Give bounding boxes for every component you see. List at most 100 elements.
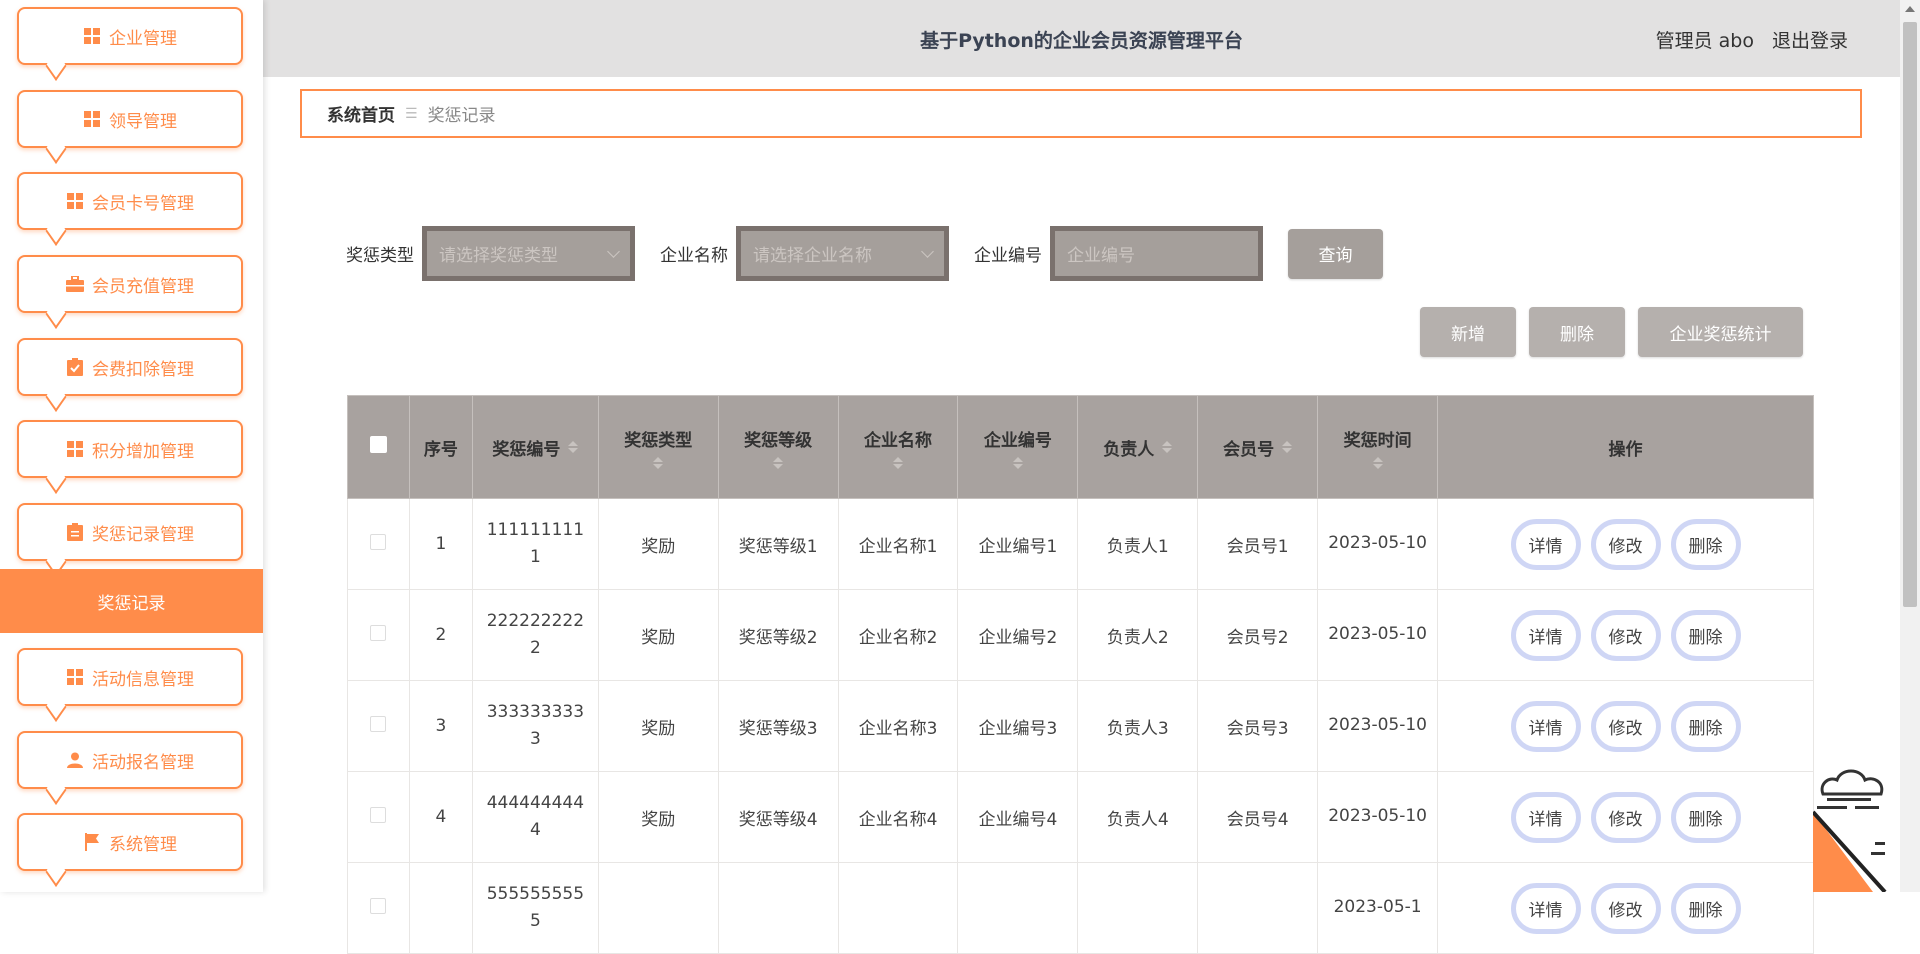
scroll-up-arrow-icon[interactable]: [1905, 6, 1915, 12]
row-delete-button[interactable]: 删除: [1670, 518, 1741, 570]
col-code-label: 奖惩编号: [492, 439, 561, 460]
cell-level: [717, 862, 839, 954]
company-placeholder: 请选择企业名称: [753, 246, 872, 266]
table-row[interactable]: 4 4444444444 奖励 奖惩等级4 企业名称4 企业编号4 负责人4 会员号4 2023…: [347, 771, 1814, 863]
menu-points[interactable]: 积分增加管理: [17, 420, 243, 478]
cell-ops: 详情 修改 删除: [1437, 589, 1814, 681]
cell-text: 2023-05-10: [1328, 715, 1427, 736]
cell-ops: 详情 修改 删除: [1437, 771, 1814, 863]
detail-button[interactable]: 详情: [1510, 609, 1581, 661]
detail-button[interactable]: 详情: [1510, 700, 1581, 752]
edit-button[interactable]: 修改: [1590, 882, 1661, 934]
add-button[interactable]: 新增: [1420, 307, 1516, 357]
menu-label: 积分增加管理: [92, 441, 194, 462]
company-code-input[interactable]: 企业编号: [1050, 226, 1263, 281]
col-company[interactable]: 企业名称: [837, 395, 959, 499]
row-delete-button[interactable]: 删除: [1670, 700, 1741, 752]
sort-icon[interactable]: [1282, 441, 1293, 453]
col-member[interactable]: 会员号: [1197, 395, 1319, 499]
row-delete-button[interactable]: 删除: [1670, 882, 1741, 934]
cell-text: 负责人1: [1106, 536, 1169, 557]
cell-text: 奖励: [641, 718, 676, 739]
select-all-cell: [347, 395, 410, 499]
row-checkbox[interactable]: [370, 533, 387, 550]
logout-link[interactable]: 退出登录: [1772, 26, 1848, 53]
col-owner[interactable]: 负责人: [1077, 395, 1199, 499]
row-checkbox[interactable]: [370, 897, 387, 914]
col-type[interactable]: 奖惩类型: [597, 395, 719, 499]
row-select-cell: [347, 862, 410, 954]
menu-fee-deduct[interactable]: 会费扣除管理: [17, 338, 243, 396]
sort-icon[interactable]: [1012, 456, 1023, 469]
cell-owner: 负责人1: [1077, 498, 1199, 590]
query-button[interactable]: 查询: [1288, 228, 1383, 279]
detail-button[interactable]: 详情: [1510, 518, 1581, 570]
cell-text: 2: [435, 625, 447, 645]
detail-button[interactable]: 详情: [1510, 882, 1581, 934]
sort-icon[interactable]: [568, 441, 579, 453]
sort-icon[interactable]: [1162, 441, 1173, 453]
cell-member: 会员号1: [1197, 498, 1319, 590]
row-checkbox[interactable]: [370, 806, 387, 823]
breadcrumb-home[interactable]: 系统首页: [327, 101, 395, 126]
cell-text: 2222222222: [486, 610, 585, 658]
table-row[interactable]: 5555555555 2023-05-1 详情 修改 删除: [347, 862, 1814, 954]
cell-text: 企业名称1: [858, 536, 938, 557]
menu-system[interactable]: 系统管理: [17, 813, 243, 871]
code-label: 企业编号: [974, 246, 1042, 266]
menu-activity-signup[interactable]: 活动报名管理: [17, 731, 243, 789]
chevron-down-icon: [607, 244, 620, 258]
col-time[interactable]: 奖惩时间: [1317, 395, 1439, 499]
grid-icon: [83, 27, 101, 45]
menu-recharge[interactable]: 会员充值管理: [17, 255, 243, 313]
type-select[interactable]: 请选择奖惩类型: [422, 226, 635, 281]
col-company-code[interactable]: 企业编号: [957, 395, 1079, 499]
cell-text: 负责人3: [1106, 718, 1169, 739]
menu-leader[interactable]: 领导管理: [17, 90, 243, 148]
table-row[interactable]: 2 2222222222 奖励 奖惩等级2 企业名称2 企业编号2 负责人2 会员号2 2023…: [347, 589, 1814, 681]
corner-cloud-widget: [1813, 760, 1900, 892]
breadcrumb: 系统首页 ☰ 奖惩记录: [300, 89, 1862, 138]
sort-icon[interactable]: [773, 456, 784, 469]
page-scrollbar[interactable]: [1900, 0, 1920, 892]
edit-button[interactable]: 修改: [1590, 609, 1661, 661]
menu-activity-info[interactable]: 活动信息管理: [17, 648, 243, 706]
sort-icon[interactable]: [893, 456, 904, 469]
cell-text: 2023-05-10: [1328, 624, 1427, 645]
cell-text: 企业名称3: [858, 718, 938, 739]
delete-button[interactable]: 删除: [1529, 307, 1625, 357]
menu-label: 会员充值管理: [92, 276, 194, 297]
cell-text: 会员号3: [1226, 718, 1289, 739]
cell-text: 3: [435, 716, 447, 736]
submenu-reward-record[interactable]: 奖惩记录: [0, 569, 263, 633]
edit-button[interactable]: 修改: [1590, 791, 1661, 843]
sort-icon[interactable]: [653, 456, 664, 469]
table-row[interactable]: 1 1111111111 奖励 奖惩等级1 企业名称1 企业编号1 负责人1 会员号1 2023…: [347, 498, 1814, 590]
company-select[interactable]: 请选择企业名称: [736, 226, 949, 281]
scrollbar-thumb[interactable]: [1903, 22, 1917, 607]
row-delete-button[interactable]: 删除: [1670, 609, 1741, 661]
type-label: 奖惩类型: [346, 246, 414, 266]
col-code[interactable]: 奖惩编号: [471, 395, 599, 499]
row-delete-button[interactable]: 删除: [1670, 791, 1741, 843]
cell-type: [597, 862, 719, 954]
menu-member-card[interactable]: 会员卡号管理: [17, 172, 243, 230]
cell-no: 4: [408, 771, 473, 863]
menu-reward-record[interactable]: 奖惩记录管理: [17, 503, 243, 561]
sort-icon[interactable]: [1372, 456, 1383, 469]
select-all-checkbox[interactable]: [369, 436, 387, 453]
breadcrumb-separator-icon: ☰: [405, 105, 418, 122]
menu-company[interactable]: 企业管理: [17, 7, 243, 65]
row-checkbox[interactable]: [370, 715, 387, 732]
edit-button[interactable]: 修改: [1590, 700, 1661, 752]
cell-member: 会员号3: [1197, 680, 1319, 772]
stats-button[interactable]: 企业奖惩统计: [1638, 307, 1803, 357]
col-level[interactable]: 奖惩等级: [717, 395, 839, 499]
detail-button[interactable]: 详情: [1510, 791, 1581, 843]
table-row[interactable]: 3 3333333333 奖励 奖惩等级3 企业名称3 企业编号3 负责人3 会员号3 2023…: [347, 680, 1814, 772]
cell-company-code: [957, 862, 1079, 954]
briefcase-icon: [66, 275, 84, 293]
edit-button[interactable]: 修改: [1590, 518, 1661, 570]
cell-text: 1: [435, 534, 447, 554]
row-checkbox[interactable]: [370, 624, 387, 641]
